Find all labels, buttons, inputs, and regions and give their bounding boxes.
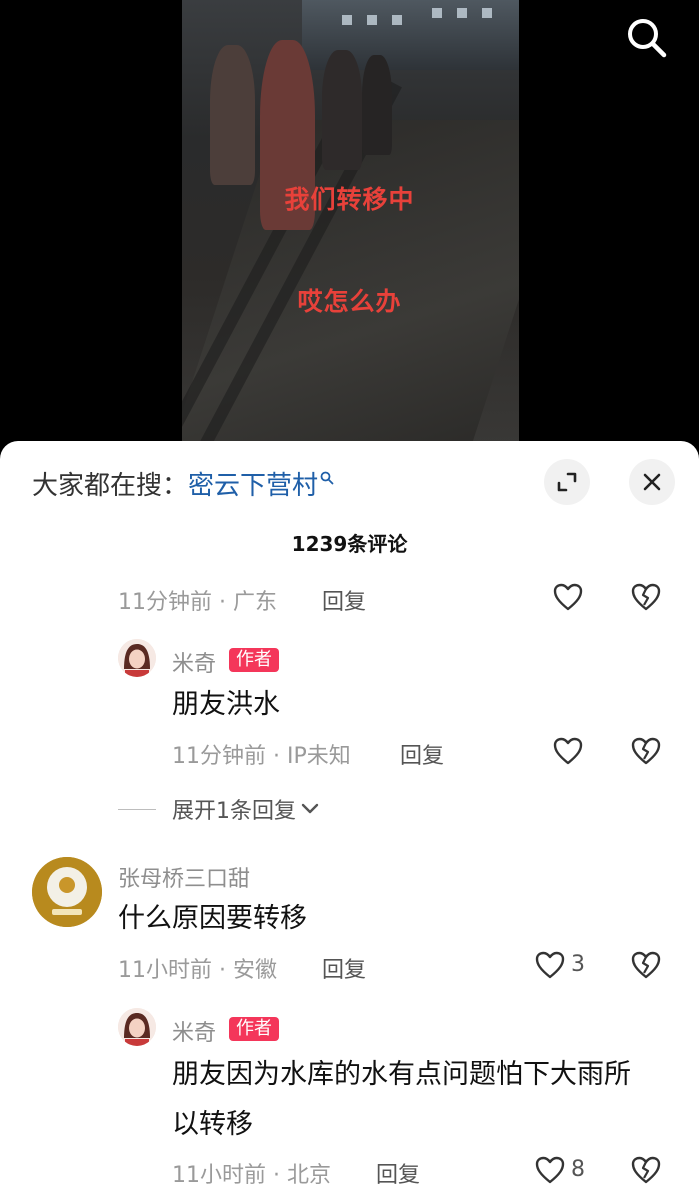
avatar-image: [118, 1008, 156, 1046]
building-window: [482, 8, 492, 18]
reply-button[interactable]: 回复: [376, 1157, 420, 1189]
avatar-image: [32, 857, 102, 927]
trending-search-bar: 大家都在搜：密云下营村: [32, 465, 334, 502]
username[interactable]: 张母桥三口甜: [118, 861, 250, 893]
search-icon: [628, 19, 667, 58]
trending-search-link[interactable]: 密云下营村: [188, 471, 318, 501]
video-caption-2: 哎怎么办: [297, 287, 402, 316]
expand-replies-label: 展开1条回复: [172, 799, 296, 824]
comment-text-line-2: 以转移: [172, 1109, 253, 1140]
like-count: 3: [571, 952, 585, 977]
close-button[interactable]: [629, 459, 675, 505]
trending-prefix: 大家都在搜：: [32, 471, 189, 501]
broken-heart-icon[interactable]: [630, 949, 662, 981]
avatar[interactable]: [118, 639, 156, 677]
avatar-image: [118, 639, 156, 677]
broken-heart-icon[interactable]: [630, 1154, 662, 1186]
expand-divider: [118, 808, 156, 810]
person-silhouette: [210, 45, 255, 185]
reply-button[interactable]: 回复: [322, 952, 366, 984]
reply-button[interactable]: 回复: [322, 584, 366, 616]
search-button[interactable]: [625, 16, 669, 60]
close-icon: [643, 473, 661, 491]
video-caption-1: 我们转移中: [284, 185, 415, 214]
author-badge: 作者: [229, 1017, 279, 1041]
comment-text: 朋友洪水: [172, 689, 280, 720]
broken-heart-icon[interactable]: [630, 735, 662, 767]
chevron-down-icon: [301, 803, 319, 814]
comment-text-line-1: 朋友因为水库的水有点问题怕下大雨所: [172, 1059, 631, 1090]
avatar[interactable]: [32, 857, 102, 927]
small-search-icon: [320, 471, 334, 485]
comment-sheet: 大家都在搜：密云下营村 1239条评论 11分钟前 · 广东 回复 米奇 作者 …: [0, 441, 699, 1199]
building-window: [432, 8, 442, 18]
building-window: [342, 15, 352, 25]
comment-count-title: 1239条评论: [291, 532, 408, 556]
person-silhouette: [322, 50, 362, 170]
building-window: [392, 15, 402, 25]
username[interactable]: 米奇: [172, 1015, 216, 1047]
avatar[interactable]: [118, 1008, 156, 1046]
heart-icon[interactable]: [552, 581, 584, 613]
username[interactable]: 米奇: [172, 646, 216, 678]
reply-button[interactable]: 回复: [400, 738, 444, 770]
broken-heart-icon[interactable]: [630, 581, 662, 613]
heart-icon[interactable]: [534, 949, 566, 981]
like-count: 8: [571, 1157, 585, 1182]
comment-meta: 11小时前 · 安徽: [118, 958, 277, 983]
comment-meta: 11分钟前 · 广东: [118, 590, 277, 615]
heart-icon[interactable]: [534, 1154, 566, 1186]
video-frame: [182, 0, 519, 460]
author-badge: 作者: [229, 648, 279, 672]
expand-replies-button[interactable]: 展开1条回复: [118, 793, 320, 825]
comment-meta: 11小时前 · 北京: [172, 1163, 331, 1188]
expand-icon: [557, 472, 577, 492]
building-window: [457, 8, 467, 18]
heart-icon[interactable]: [552, 735, 584, 767]
comment-meta: 11分钟前 · IP未知: [172, 744, 351, 769]
building-window: [367, 15, 377, 25]
comment-text: 什么原因要转移: [118, 903, 307, 934]
person-silhouette: [362, 55, 392, 155]
expand-fullscreen-button[interactable]: [544, 459, 590, 505]
video-player[interactable]: 我们转移中 哎怎么办: [0, 0, 699, 460]
